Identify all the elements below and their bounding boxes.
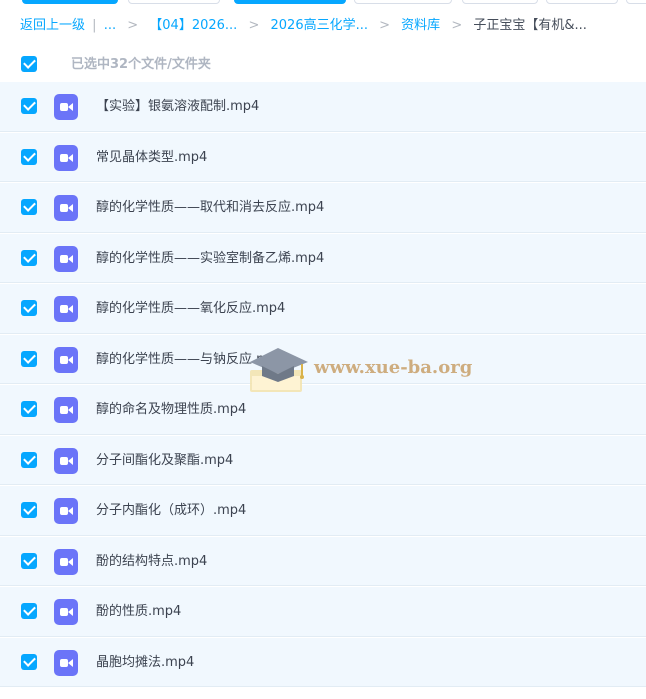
file-row[interactable]: 醇的化学性质——与钠反应.mp4 bbox=[0, 334, 646, 384]
select-all-checkbox[interactable] bbox=[21, 56, 37, 72]
video-file-icon bbox=[54, 498, 78, 524]
file-name[interactable]: 醇的化学性质——实验室制备乙烯.mp4 bbox=[96, 234, 324, 283]
file-row[interactable]: 晶胞均摊法.mp4 bbox=[0, 637, 646, 687]
file-checkbox[interactable] bbox=[21, 552, 37, 569]
file-name[interactable]: 【实验】银氨溶液配制.mp4 bbox=[96, 82, 259, 131]
breadcrumb-current-folder: 子正宝宝【有机&... bbox=[473, 18, 587, 33]
file-checkbox[interactable] bbox=[21, 350, 37, 367]
file-name[interactable]: 分子内酯化（成环）.mp4 bbox=[96, 486, 246, 535]
file-checkbox[interactable] bbox=[21, 148, 37, 165]
file-checkbox[interactable] bbox=[21, 502, 37, 518]
file-name[interactable]: 酚的性质.mp4 bbox=[96, 587, 181, 636]
breadcrumb-separator: > bbox=[379, 18, 391, 33]
selection-count-text: 已选中32个文件/文件夹 bbox=[71, 57, 211, 72]
breadcrumb-separator: > bbox=[127, 18, 139, 33]
video-file-icon bbox=[54, 397, 78, 423]
file-row[interactable]: 酚的结构特点.mp4 bbox=[0, 536, 646, 586]
file-name[interactable]: 酚的结构特点.mp4 bbox=[96, 537, 207, 586]
file-name[interactable]: 醇的化学性质——氧化反应.mp4 bbox=[96, 284, 285, 333]
file-name[interactable]: 醇的命名及物理性质.mp4 bbox=[96, 385, 246, 434]
file-checkbox[interactable] bbox=[21, 401, 37, 417]
file-name[interactable]: 醇的化学性质——与钠反应.mp4 bbox=[96, 335, 285, 384]
file-name[interactable]: 常见晶体类型.mp4 bbox=[96, 133, 207, 182]
file-checkbox[interactable] bbox=[21, 603, 37, 619]
file-checkbox[interactable] bbox=[21, 300, 37, 316]
video-file-icon bbox=[54, 599, 78, 625]
file-row[interactable]: 醇的化学性质——实验室制备乙烯.mp4 bbox=[0, 233, 646, 283]
file-row[interactable]: 分子内酯化（成环）.mp4 bbox=[0, 486, 646, 536]
file-name[interactable]: 醇的化学性质——取代和消去反应.mp4 bbox=[96, 183, 324, 232]
selection-header: 已选中32个文件/文件夹 bbox=[0, 52, 646, 78]
toolbar-button-3[interactable] bbox=[462, 0, 538, 4]
breadcrumb-item-04-2026[interactable]: 【04】2026... bbox=[149, 16, 237, 36]
toolbar-button-primary-2[interactable] bbox=[234, 0, 346, 4]
video-file-icon bbox=[54, 649, 78, 676]
file-row[interactable]: 【实验】银氨溶液配制.mp4 bbox=[0, 82, 646, 132]
video-file-icon bbox=[54, 195, 78, 221]
file-list: 【实验】银氨溶液配制.mp4 常见晶体类型.mp4 醇的化学性质——取代和消去反… bbox=[0, 82, 646, 688]
file-row[interactable]: 常见晶体类型.mp4 bbox=[0, 132, 646, 182]
file-name[interactable]: 分子间酯化及聚酯.mp4 bbox=[96, 436, 233, 485]
toolbar-button[interactable] bbox=[128, 0, 220, 4]
toolbar-button-5[interactable] bbox=[626, 0, 646, 4]
file-checkbox[interactable] bbox=[21, 249, 37, 266]
breadcrumb-back-link[interactable]: 返回上一级 bbox=[20, 16, 85, 36]
video-file-icon bbox=[54, 296, 78, 322]
file-name[interactable]: 晶胞均摊法.mp4 bbox=[96, 638, 194, 687]
breadcrumb-separator: > bbox=[451, 18, 463, 33]
toolbar-button-4[interactable] bbox=[546, 0, 618, 4]
breadcrumb-item-chemistry[interactable]: 2026高三化学... bbox=[271, 16, 368, 36]
breadcrumb: 返回上一级 | ... > 【04】2026... > 2026高三化学... … bbox=[20, 16, 640, 36]
video-file-icon bbox=[54, 548, 78, 575]
video-file-icon bbox=[54, 94, 78, 120]
toolbar-button-2[interactable] bbox=[354, 0, 452, 4]
file-row[interactable]: 分子间酯化及聚酯.mp4 bbox=[0, 435, 646, 485]
file-checkbox[interactable] bbox=[21, 98, 37, 114]
video-file-icon bbox=[54, 447, 78, 474]
file-checkbox[interactable] bbox=[21, 451, 37, 468]
file-row[interactable]: 醇的化学性质——氧化反应.mp4 bbox=[0, 284, 646, 334]
video-file-icon bbox=[54, 346, 78, 373]
video-file-icon bbox=[54, 144, 78, 171]
file-row[interactable]: 醇的命名及物理性质.mp4 bbox=[0, 385, 646, 435]
file-checkbox[interactable] bbox=[21, 653, 37, 670]
video-file-icon bbox=[54, 245, 78, 272]
toolbar-button-primary[interactable] bbox=[22, 0, 118, 4]
toolbar bbox=[0, 0, 646, 6]
breadcrumb-separator: > bbox=[248, 18, 260, 33]
breadcrumb-divider: | bbox=[92, 18, 97, 33]
breadcrumb-item-library[interactable]: 资料库 bbox=[401, 16, 440, 36]
file-row[interactable]: 酚的性质.mp4 bbox=[0, 587, 646, 637]
breadcrumb-ellipsis[interactable]: ... bbox=[104, 16, 116, 36]
file-row[interactable]: 醇的化学性质——取代和消去反应.mp4 bbox=[0, 183, 646, 233]
file-checkbox[interactable] bbox=[21, 199, 37, 215]
